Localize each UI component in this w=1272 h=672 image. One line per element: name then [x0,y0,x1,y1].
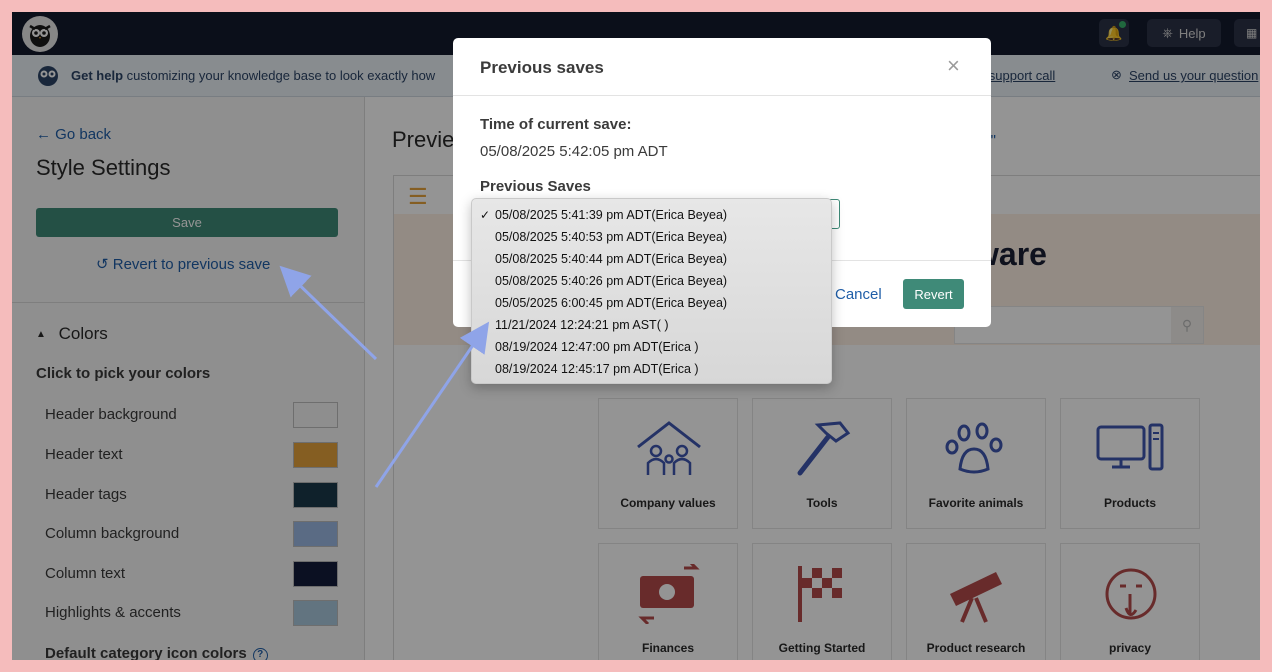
app-window: 🔔 ⎈ Help ▦ Get help customizing your kno… [12,12,1260,660]
annotation-arrow [279,265,378,361]
annotation-arrows [279,265,490,488]
annotation-arrow [374,321,490,488]
